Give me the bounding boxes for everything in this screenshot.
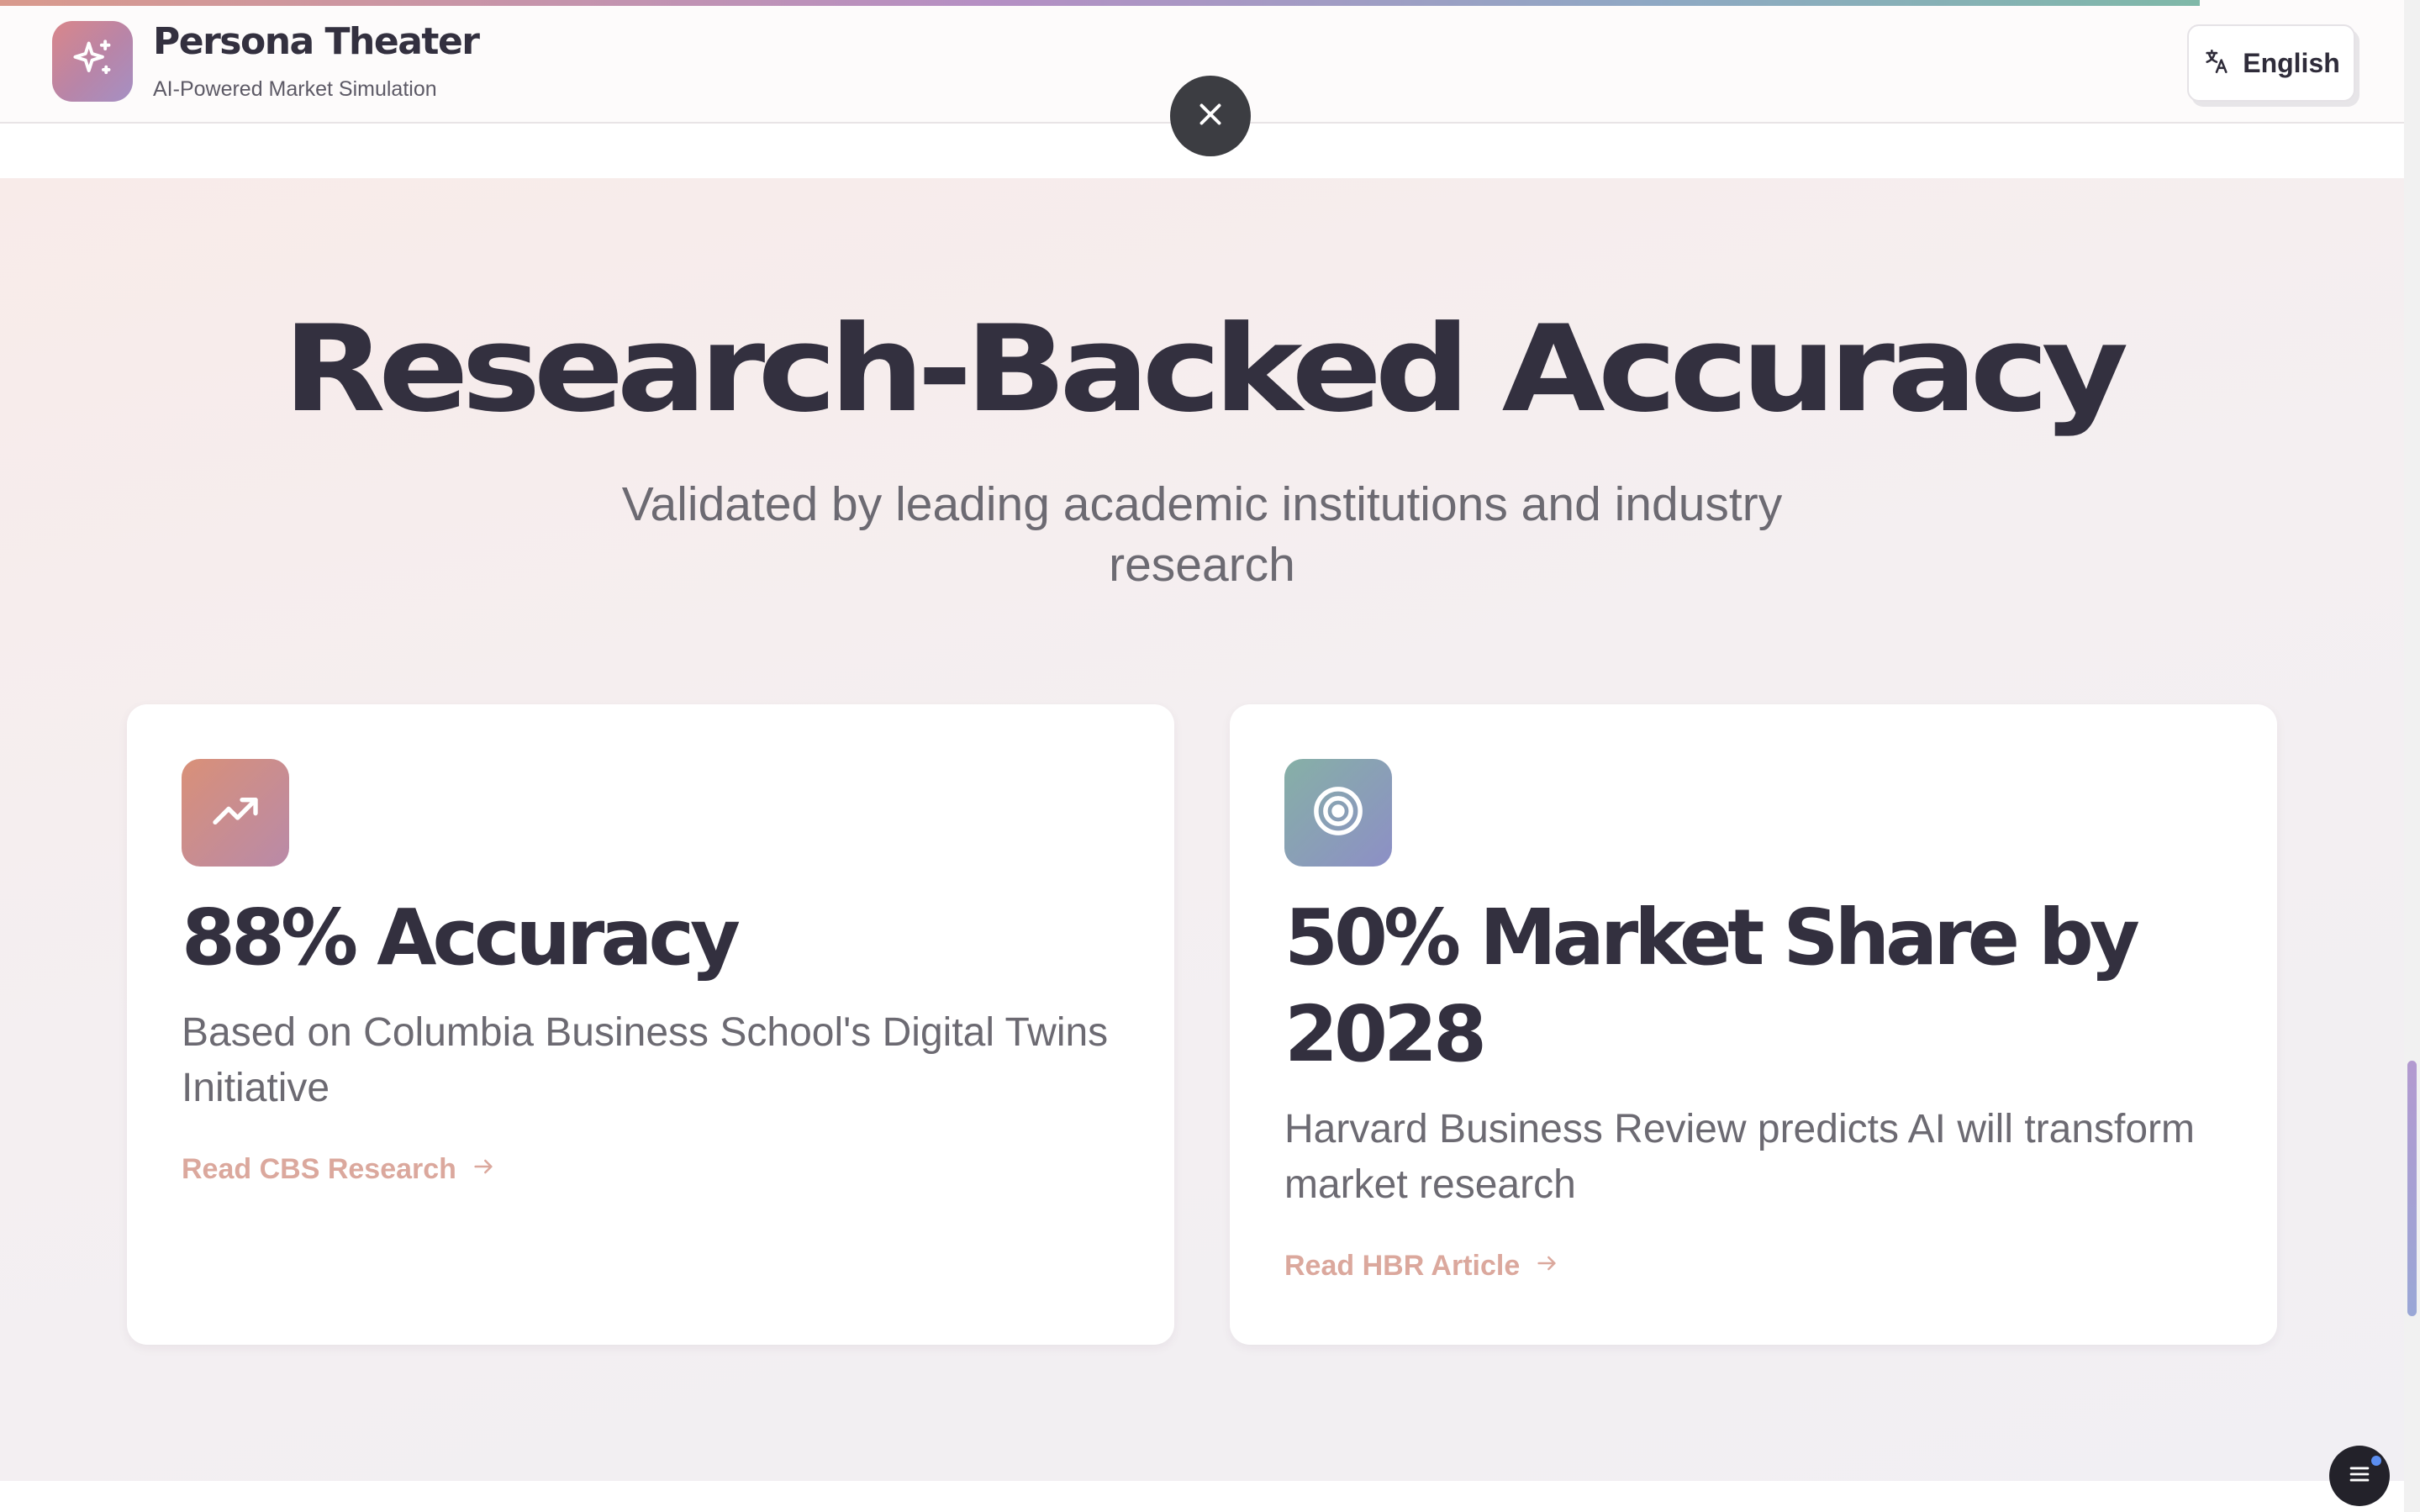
- card-description: Harvard Business Review predicts AI will…: [1284, 1107, 2196, 1207]
- language-label: English: [2243, 47, 2340, 78]
- scroll-progress-fill: [0, 0, 2200, 6]
- card-link-label: Read CBS Research: [182, 1153, 456, 1185]
- logo[interactable]: [52, 21, 133, 102]
- accuracy-card: 88% Accuracy Based on Columbia Business …: [127, 704, 1174, 1345]
- sparkles-icon: [71, 38, 114, 85]
- card-icon-tile: [182, 759, 289, 867]
- menu-icon: [2345, 1460, 2374, 1492]
- target-icon: [1310, 783, 1366, 842]
- arrow-right-icon: [472, 1153, 495, 1186]
- card-link-label: Read HBR Article: [1284, 1250, 1521, 1282]
- scrollbar-thumb[interactable]: [2407, 1061, 2417, 1316]
- translate-icon: [2202, 47, 2231, 79]
- close-button[interactable]: [1170, 76, 1251, 156]
- brand-tagline: AI-Powered Market Simulation: [153, 77, 437, 101]
- arrow-right-icon: [1535, 1250, 1558, 1283]
- brand-name[interactable]: Persona Theater: [153, 20, 480, 63]
- section-title: Research-Backed Accuracy: [282, 300, 2128, 439]
- card-title: 50% Market Share by 2028: [1284, 893, 2140, 1079]
- floating-menu-button[interactable]: [2329, 1446, 2390, 1506]
- read-cbs-research-link[interactable]: Read CBS Research: [182, 1153, 495, 1186]
- research-section: Research-Backed Accuracy Validated by le…: [0, 178, 2404, 1481]
- card-title: 88% Accuracy: [182, 893, 741, 983]
- trending-up-icon: [208, 784, 262, 841]
- scroll-progress-bar: [0, 0, 2404, 6]
- card-description: Based on Columbia Business School's Digi…: [182, 1010, 1109, 1110]
- language-selector-button[interactable]: English: [2187, 24, 2355, 102]
- page: Persona Theater AI-Powered Market Simula…: [0, 0, 2420, 1512]
- market-share-card: 50% Market Share by 2028 Harvard Busines…: [1230, 704, 2277, 1345]
- section-subtitle: Validated by leading academic institutio…: [621, 477, 1783, 592]
- notification-dot: [2371, 1456, 2381, 1466]
- read-hbr-article-link[interactable]: Read HBR Article: [1284, 1250, 1558, 1283]
- next-section-edge: [0, 1481, 2404, 1512]
- close-icon: [1195, 99, 1226, 133]
- card-icon-tile: [1284, 759, 1392, 867]
- page-scrollbar[interactable]: [2404, 0, 2420, 1512]
